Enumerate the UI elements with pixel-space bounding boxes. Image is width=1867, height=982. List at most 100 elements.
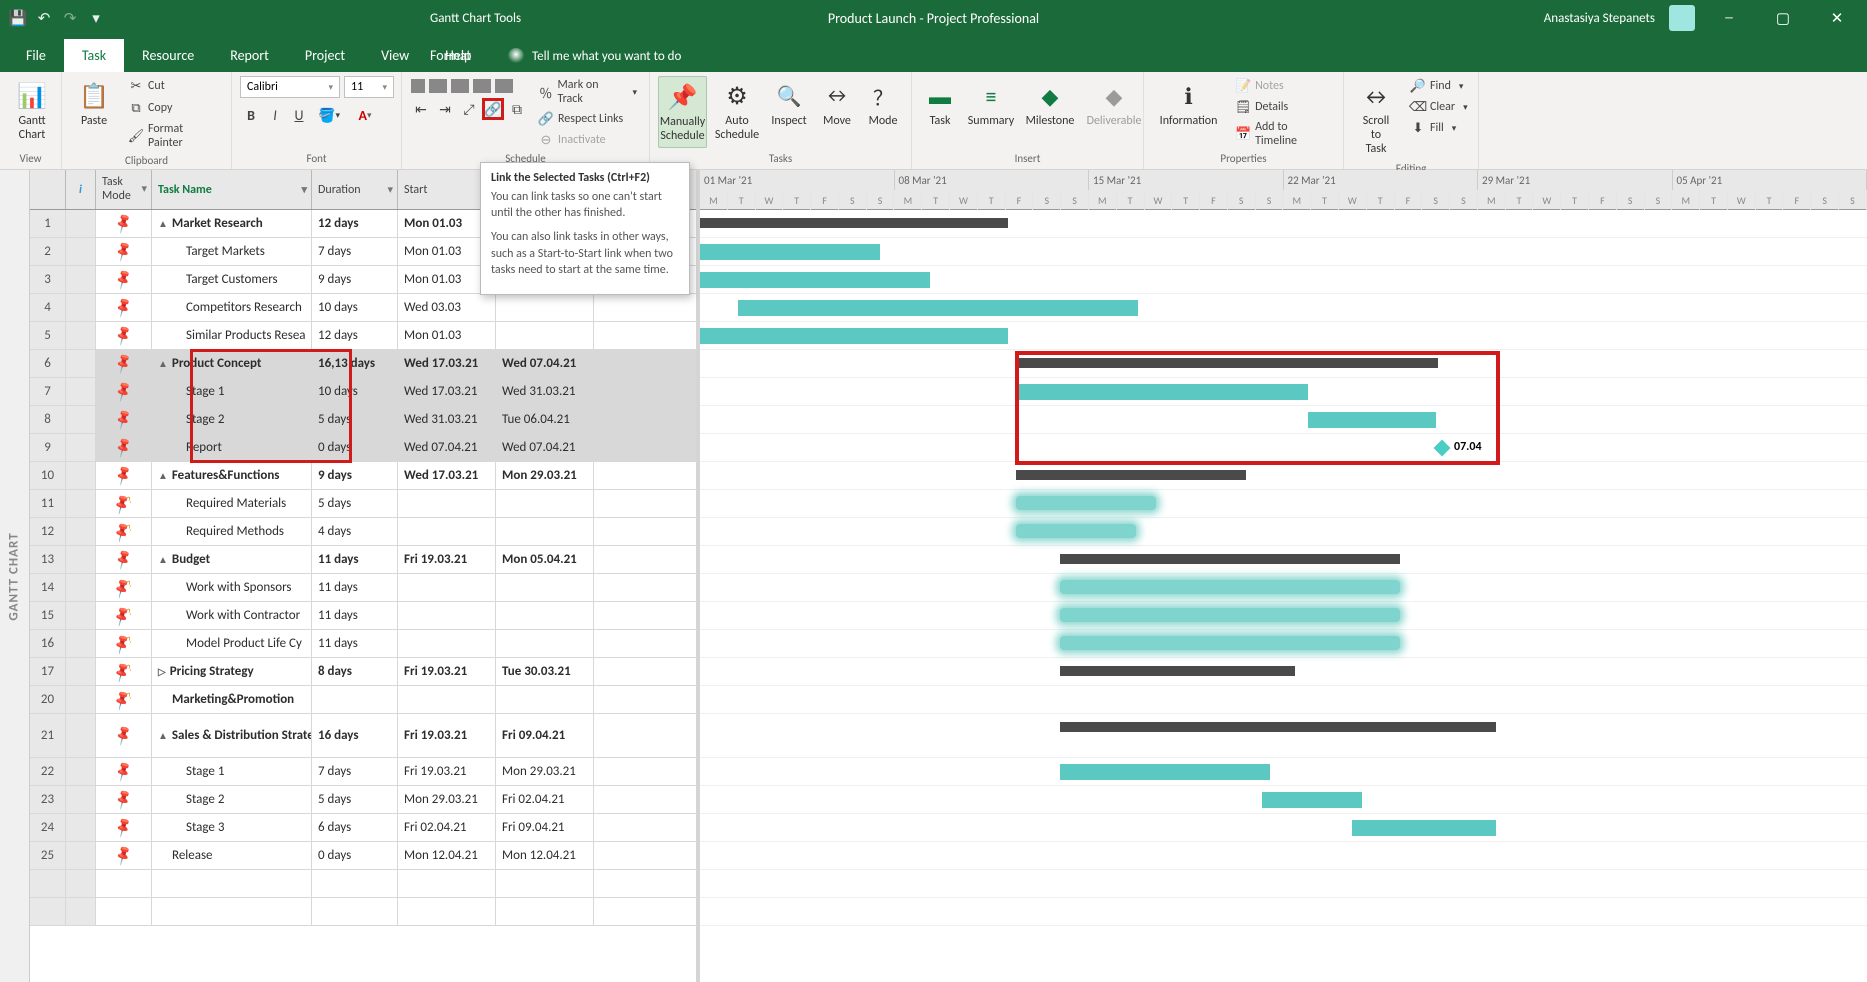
account-name[interactable]: Anastasiya Stepanets [1544, 11, 1655, 26]
duration-cell[interactable]: 12 days [312, 210, 398, 237]
cut-button[interactable]: ✂Cut [124, 76, 223, 96]
duration-cell[interactable]: 5 days [312, 786, 398, 813]
table-row[interactable]: 22📌Stage 17 daysFri 19.03.21Mon 29.03.21 [30, 758, 696, 786]
table-row[interactable]: 8📌Stage 25 daysWed 31.03.21Tue 06.04.21 [30, 406, 696, 434]
task-name-cell[interactable] [152, 898, 312, 925]
row-number[interactable]: 7 [30, 378, 66, 405]
duration-cell[interactable]: 6 days [312, 814, 398, 841]
gantt-row[interactable] [700, 238, 1867, 266]
row-info[interactable] [66, 434, 96, 461]
row-number[interactable]: 9 [30, 434, 66, 461]
row-number[interactable]: 14 [30, 574, 66, 601]
row-mode[interactable]: 📌 [96, 322, 152, 349]
row-number[interactable]: 2 [30, 238, 66, 265]
duration-cell[interactable]: 0 days [312, 434, 398, 461]
row-mode[interactable]: 📌 [96, 294, 152, 321]
underline-button[interactable]: U [288, 104, 310, 126]
font-size-select[interactable]: 11▾ [344, 76, 394, 98]
finish-cell[interactable] [496, 870, 594, 897]
row-info[interactable] [66, 238, 96, 265]
row-number[interactable]: 12 [30, 518, 66, 545]
tab-file[interactable]: File [8, 39, 64, 72]
col-rownum[interactable] [30, 170, 66, 209]
row-mode[interactable]: 📌 [96, 378, 152, 405]
finish-cell[interactable] [496, 574, 594, 601]
task-bar[interactable] [1016, 496, 1156, 510]
gantt-chart-area[interactable]: 01 Mar '2108 Mar '2115 Mar '2122 Mar '21… [700, 170, 1867, 982]
view-bar[interactable]: GANTT CHART [0, 170, 30, 982]
task-bar[interactable] [700, 244, 880, 260]
finish-cell[interactable]: Tue 30.03.21 [496, 658, 594, 685]
row-number[interactable]: 15 [30, 602, 66, 629]
indent-button[interactable]: ⇥ [434, 98, 456, 120]
mark-on-track-button[interactable]: ％Mark on Track▾ [534, 76, 641, 108]
task-bar[interactable] [1016, 524, 1136, 538]
gantt-row[interactable] [700, 462, 1867, 490]
finish-cell[interactable]: Mon 29.03.21 [496, 758, 594, 785]
auto-schedule-button[interactable]: ⚙ Auto Schedule [713, 76, 761, 146]
duration-cell[interactable]: 11 days [312, 546, 398, 573]
row-mode[interactable]: 📌 [96, 786, 152, 813]
row-info[interactable] [66, 294, 96, 321]
minimize-button[interactable]: ─ [1709, 0, 1749, 36]
row-mode[interactable]: 📌 [96, 434, 152, 461]
move-button[interactable]: ↔Move [817, 76, 857, 132]
insert-milestone-button[interactable]: ◆Milestone [1022, 76, 1078, 132]
start-cell[interactable]: Mon 01.03 [398, 322, 496, 349]
duration-cell[interactable]: 8 days [312, 658, 398, 685]
duration-cell[interactable]: 7 days [312, 758, 398, 785]
row-mode[interactable]: 📌 [96, 758, 152, 785]
start-cell[interactable] [398, 602, 496, 629]
start-cell[interactable]: Wed 17.03.21 [398, 462, 496, 489]
row-mode[interactable]: 📌 [96, 518, 152, 545]
sort-icon[interactable]: ▾ [387, 183, 393, 196]
row-number[interactable]: 6 [30, 350, 66, 377]
row-info[interactable] [66, 490, 96, 517]
gantt-row[interactable] [700, 658, 1867, 686]
row-info[interactable] [66, 322, 96, 349]
table-row[interactable] [30, 898, 696, 926]
row-info[interactable] [66, 758, 96, 785]
task-bar[interactable] [1352, 820, 1496, 836]
gantt-row[interactable] [700, 378, 1867, 406]
row-info[interactable] [66, 658, 96, 685]
duration-cell[interactable]: 16,13 days [312, 350, 398, 377]
format-painter-button[interactable]: 🖌Format Painter [124, 120, 223, 152]
duration-cell[interactable]: 12 days [312, 322, 398, 349]
task-name-cell[interactable]: Competitors Research [152, 294, 312, 321]
col-duration[interactable]: Duration▾ [312, 170, 398, 209]
task-name-cell[interactable]: Work with Contractor [152, 602, 312, 629]
table-row[interactable]: 15📌Work with Contractor11 days [30, 602, 696, 630]
row-info[interactable] [66, 406, 96, 433]
task-bar[interactable] [700, 328, 1008, 344]
row-mode[interactable]: 📌 [96, 630, 152, 657]
table-row[interactable]: 6📌▲Product Concept16,13 daysWed 17.03.21… [30, 350, 696, 378]
row-info[interactable] [66, 546, 96, 573]
gantt-row[interactable]: 07.04 [700, 434, 1867, 462]
col-task-name[interactable]: Task Name▾ [152, 170, 312, 209]
summary-bar[interactable] [1060, 554, 1400, 564]
task-name-cell[interactable] [152, 870, 312, 897]
summary-bar[interactable] [700, 218, 1008, 228]
tell-me-search[interactable]: Tell me what you want to do [500, 40, 689, 72]
row-info[interactable] [66, 870, 96, 897]
task-name-cell[interactable]: Report [152, 434, 312, 461]
task-bar[interactable] [1060, 608, 1400, 622]
bold-button[interactable]: B [240, 104, 262, 126]
avatar[interactable] [1669, 5, 1695, 31]
start-cell[interactable]: Fri 19.03.21 [398, 658, 496, 685]
tab-task[interactable]: Task [64, 39, 124, 72]
italic-button[interactable]: I [264, 104, 286, 126]
table-row[interactable]: 9📌Report0 daysWed 07.04.21Wed 07.04.21 [30, 434, 696, 462]
task-bar[interactable] [1262, 792, 1362, 808]
duration-cell[interactable]: 9 days [312, 462, 398, 489]
row-info[interactable] [66, 786, 96, 813]
row-info[interactable] [66, 814, 96, 841]
clear-button[interactable]: ⌫Clear▾ [1406, 97, 1472, 117]
duration-cell[interactable]: 4 days [312, 518, 398, 545]
row-number[interactable]: 17 [30, 658, 66, 685]
task-name-cell[interactable]: Target Markets [152, 238, 312, 265]
duration-cell[interactable]: 10 days [312, 378, 398, 405]
information-button[interactable]: ℹInformation [1152, 76, 1225, 132]
table-row[interactable]: 12📌Required Methods4 days [30, 518, 696, 546]
